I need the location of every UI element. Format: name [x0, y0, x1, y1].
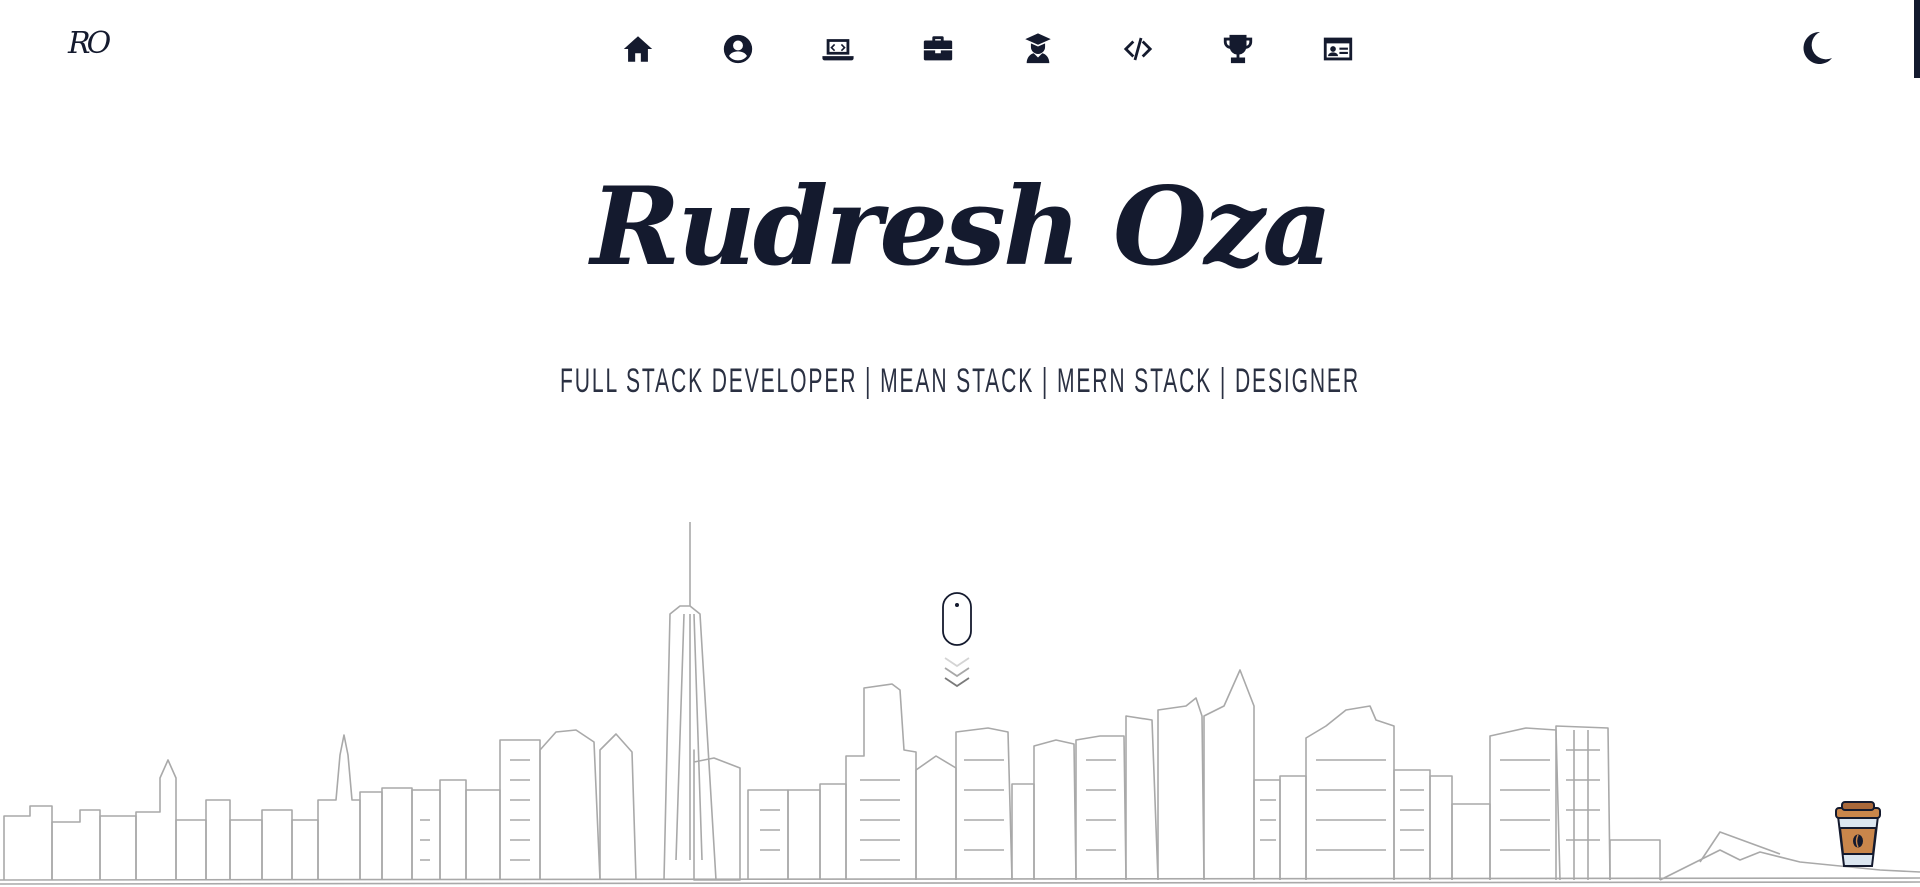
- coffee-cup-icon: [1835, 801, 1881, 867]
- moon-icon: [1803, 31, 1832, 64]
- nav-education[interactable]: [988, 28, 1088, 70]
- trophy-icon: [1223, 34, 1253, 64]
- user-circle-icon: [723, 34, 753, 64]
- hero-subtitle: FULL STACK DEVELOPER | MEAN STACK | MERN…: [560, 362, 1360, 400]
- nav-contact[interactable]: [1288, 28, 1388, 70]
- nav-experience[interactable]: [888, 28, 988, 70]
- theme-toggle-button[interactable]: [1796, 28, 1836, 68]
- hero-title: Rudresh Oza: [590, 164, 1333, 290]
- site-logo[interactable]: RO: [68, 26, 111, 61]
- code-icon: [1123, 37, 1153, 61]
- briefcase-icon: [923, 36, 953, 61]
- nav-about[interactable]: [688, 28, 788, 70]
- nav-achievements[interactable]: [1188, 28, 1288, 70]
- nav-skills[interactable]: [1088, 28, 1188, 70]
- city-skyline-illustration: [0, 522, 1920, 885]
- buy-me-coffee-button[interactable]: [1834, 800, 1882, 870]
- main-nav: [588, 28, 1388, 70]
- nav-projects[interactable]: [788, 28, 888, 70]
- home-icon: [623, 36, 653, 62]
- graduation-icon: [1025, 33, 1051, 64]
- scrollbar-thumb[interactable]: [1914, 0, 1920, 78]
- id-card-icon: [1323, 37, 1353, 61]
- laptop-code-icon: [822, 39, 854, 61]
- nav-home[interactable]: [588, 28, 688, 70]
